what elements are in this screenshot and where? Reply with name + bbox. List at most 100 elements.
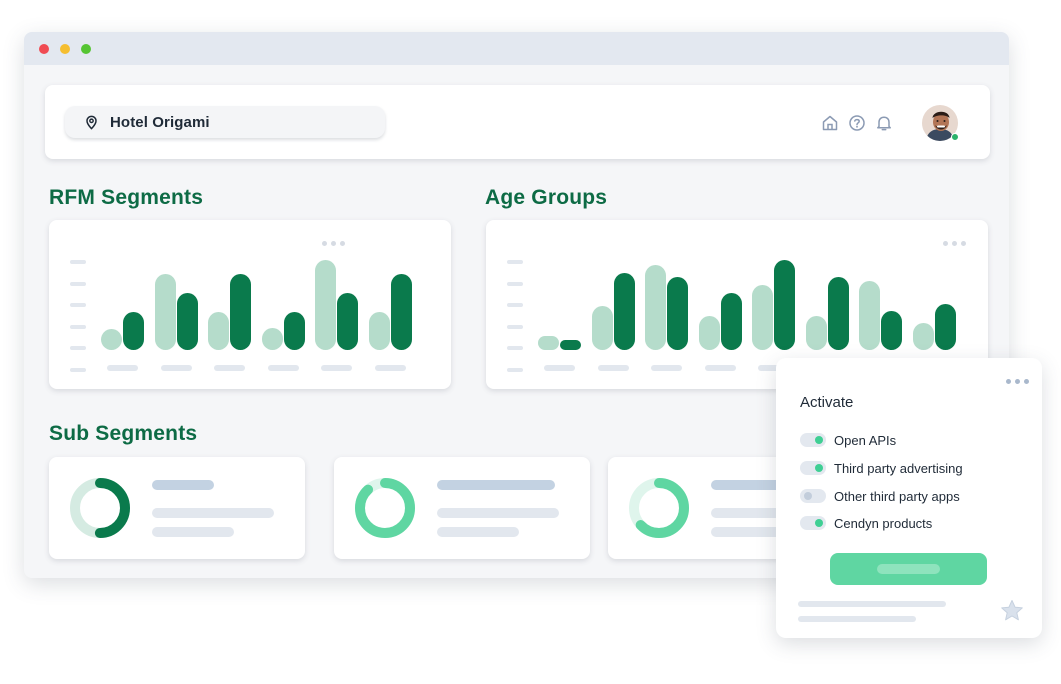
chart-bar[interactable] — [230, 274, 251, 350]
y-axis-tick — [70, 367, 86, 372]
option-open-apis[interactable]: Open APIs — [800, 432, 896, 448]
sub-segment-card-2[interactable] — [334, 457, 590, 559]
x-axis-tick — [107, 365, 138, 371]
activate-menu-icon[interactable] — [1006, 379, 1029, 384]
placeholder-line — [798, 616, 916, 622]
chart-bar[interactable] — [934, 304, 956, 350]
chart-bar[interactable] — [591, 305, 613, 350]
option-label: Open APIs — [834, 432, 897, 448]
x-axis-tick — [544, 365, 575, 371]
chart-bar[interactable] — [123, 312, 144, 350]
chart-bar[interactable] — [805, 315, 827, 350]
chart-bar[interactable] — [101, 329, 122, 350]
chart-bar[interactable] — [315, 260, 336, 350]
chart-bar[interactable] — [827, 277, 849, 350]
chart-bar[interactable] — [283, 312, 305, 350]
chart-bar[interactable] — [337, 293, 358, 350]
maximize-window-button[interactable] — [81, 44, 91, 54]
rfm-segments-card — [49, 220, 451, 389]
chart-bar[interactable] — [261, 327, 283, 350]
y-axis-tick — [507, 260, 523, 264]
placeholder-line — [152, 527, 234, 537]
rfm-segments-title: RFM Segments — [49, 186, 204, 209]
activate-title: Activate — [800, 394, 854, 411]
chart-bar[interactable] — [912, 323, 934, 350]
y-axis-tick — [507, 281, 523, 286]
chart-bar[interactable] — [774, 260, 795, 350]
x-axis-tick — [160, 365, 192, 371]
x-axis-tick — [321, 365, 352, 371]
chart-bar[interactable] — [538, 335, 559, 350]
y-axis-tick — [70, 260, 86, 264]
x-axis-tick — [374, 365, 406, 371]
chart-bar[interactable] — [390, 274, 412, 350]
age-groups-title: Age Groups — [485, 186, 608, 209]
y-axis-tick — [507, 303, 523, 307]
toggle-switch[interactable] — [800, 489, 826, 503]
chart-bar[interactable] — [645, 264, 666, 350]
option-other-third-party-apps[interactable]: Other third party apps — [800, 488, 960, 504]
placeholder-line — [152, 480, 214, 490]
y-axis-tick — [507, 367, 523, 372]
placeholder-line — [437, 480, 555, 490]
top-bar: Hotel Origami — [45, 85, 990, 159]
activate-button[interactable] — [830, 553, 987, 585]
placeholder-line — [437, 508, 559, 518]
placeholder-line — [798, 601, 946, 607]
chart-bar[interactable] — [859, 280, 880, 350]
x-axis-tick — [267, 365, 299, 371]
chart-bar[interactable] — [560, 340, 581, 350]
chart-bar[interactable] — [752, 285, 773, 350]
button-label-placeholder — [877, 564, 940, 574]
minimize-window-button[interactable] — [60, 44, 70, 54]
x-axis-tick — [651, 365, 682, 371]
option-cendyn-products[interactable]: Cendyn products — [800, 515, 932, 531]
hotel-name: Hotel Origami — [110, 113, 210, 131]
placeholder-line — [152, 508, 274, 518]
chart-bar[interactable] — [208, 312, 229, 350]
help-icon[interactable] — [848, 114, 866, 132]
close-window-button[interactable] — [39, 44, 49, 54]
window-titlebar — [24, 32, 1009, 65]
placeholder-line — [437, 527, 519, 537]
online-status-indicator — [951, 133, 959, 141]
donut-chart-2 — [355, 478, 415, 538]
y-axis-tick — [507, 346, 523, 350]
donut-chart-1 — [70, 478, 130, 538]
donut-chart-3 — [629, 478, 689, 538]
rfm-card-menu-icon[interactable] — [322, 241, 345, 246]
star-icon[interactable] — [999, 598, 1025, 624]
y-axis-tick — [70, 281, 86, 286]
toggle-switch[interactable] — [800, 516, 826, 530]
chart-bar[interactable] — [881, 311, 902, 350]
x-axis-tick — [214, 365, 245, 371]
age-card-menu-icon[interactable] — [943, 241, 966, 246]
x-axis-tick — [597, 365, 629, 371]
y-axis-tick — [70, 346, 86, 350]
chart-bar[interactable] — [613, 272, 635, 350]
chart-bar[interactable] — [176, 293, 198, 350]
chart-bar[interactable] — [368, 312, 390, 350]
chart-bar[interactable] — [667, 277, 688, 350]
chart-bar[interactable] — [698, 315, 720, 350]
option-third-party-advertising[interactable]: Third party advertising — [800, 460, 963, 476]
chart-bar[interactable] — [720, 293, 742, 350]
x-axis-tick — [704, 365, 736, 371]
activate-panel: Activate Open APIs Third party advertisi… — [776, 358, 1042, 638]
option-label: Other third party apps — [834, 488, 960, 504]
y-axis-tick — [70, 324, 86, 329]
hotel-selector[interactable]: Hotel Origami — [65, 106, 385, 138]
option-label: Cendyn products — [834, 515, 933, 531]
chart-bar[interactable] — [154, 274, 176, 350]
toggle-switch[interactable] — [800, 461, 826, 475]
toggle-switch[interactable] — [800, 433, 826, 447]
map-pin-icon — [86, 115, 97, 130]
avatar[interactable] — [922, 105, 960, 141]
sub-segments-title: Sub Segments — [49, 422, 198, 445]
option-label: Third party advertising — [834, 460, 963, 476]
sub-segment-card-1[interactable] — [49, 457, 305, 559]
home-icon[interactable] — [821, 114, 839, 132]
y-axis-tick — [70, 303, 86, 307]
bell-icon[interactable] — [875, 114, 893, 132]
y-axis-tick — [507, 324, 523, 329]
